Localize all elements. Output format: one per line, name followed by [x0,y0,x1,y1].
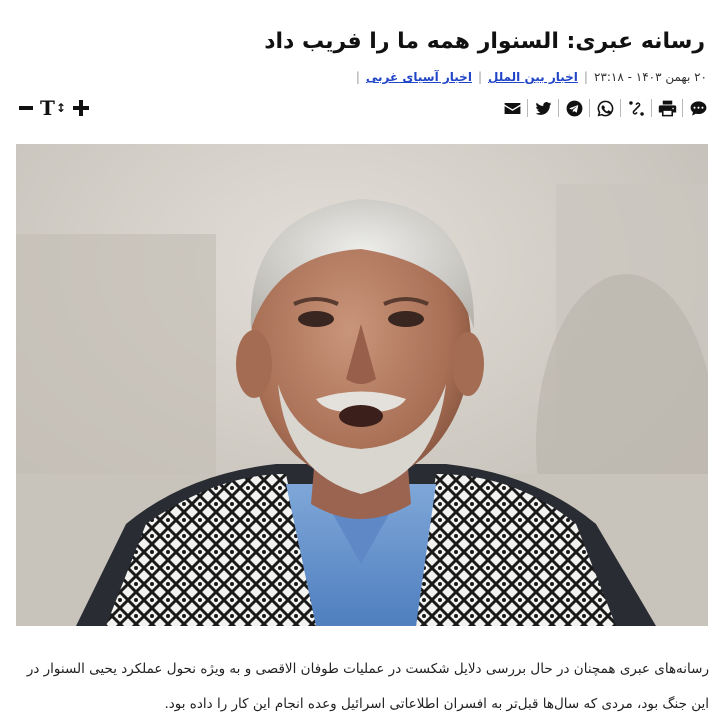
toolbar-divider [682,99,683,117]
email-icon[interactable] [501,97,523,119]
article-title: رسانه عبری: السنوار همه ما را فریب داد [264,28,705,54]
category-link-west-asia[interactable]: اخبار آسیای غربی [366,70,472,84]
decrease-font-button[interactable] [18,98,34,118]
whatsapp-icon[interactable] [594,97,616,119]
meta-separator: | [477,70,482,84]
article-meta: ۲۰ بهمن ۱۴۰۳ - ۲۳:۱۸ | اخبار بین الملل |… [20,66,707,88]
comment-icon[interactable] [687,97,709,119]
toolbar-divider [620,99,621,117]
publish-date: ۲۰ بهمن ۱۴۰۳ - ۲۳:۱۸ [593,70,707,84]
share-toolbar [501,95,709,121]
meta-separator: | [583,70,588,84]
toolbar-divider [651,99,652,117]
meta-separator: | [355,70,360,84]
font-size-controls: T ↕ [18,95,90,121]
toolbar-divider [589,99,590,117]
twitter-icon[interactable] [532,97,554,119]
link-icon[interactable] [625,97,647,119]
telegram-icon[interactable] [563,97,585,119]
font-size-icon: T ↕ [40,96,66,120]
article-photo [16,144,708,626]
category-link-international[interactable]: اخبار بین الملل [488,70,578,84]
article-lead: رسانه‌های عبری همچنان در حال بررسی دلایل… [26,660,709,712]
print-icon[interactable] [656,97,678,119]
toolbar-divider [558,99,559,117]
increase-font-button[interactable] [72,98,90,118]
toolbar-divider [527,99,528,117]
